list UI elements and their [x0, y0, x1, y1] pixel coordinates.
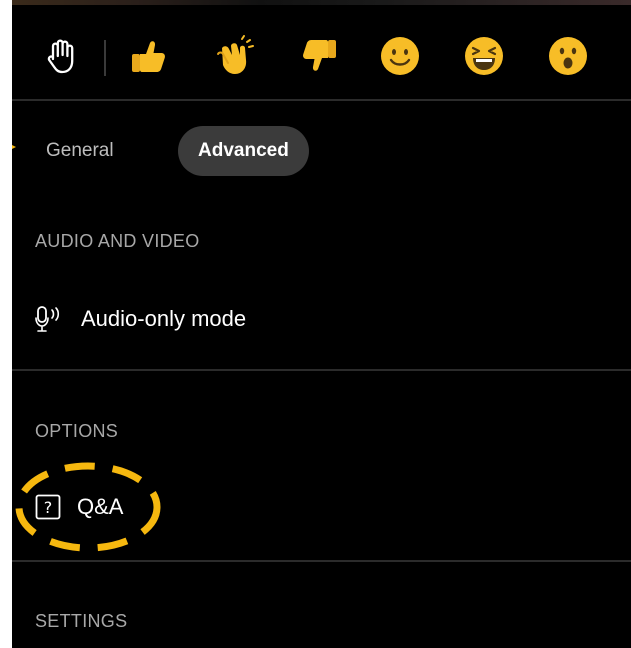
clapping-hands-icon [217, 35, 254, 74]
like-reaction-button[interactable] [126, 34, 170, 78]
divider [12, 560, 631, 562]
video-preview-strip [12, 0, 631, 5]
divider [12, 99, 631, 101]
smile-reaction-button[interactable] [378, 34, 422, 78]
section-title-settings: SETTINGS [35, 611, 128, 631]
raise-hand-icon [47, 39, 74, 74]
audio-only-icon [35, 305, 65, 333]
reactions-divider [104, 40, 106, 76]
reactions-bar [12, 18, 631, 88]
audio-only-mode-item[interactable]: Audio-only mode [35, 299, 246, 339]
svg-text:?: ? [44, 498, 53, 517]
laughing-face-icon [465, 37, 503, 75]
audio-only-mode-label: Audio-only mode [81, 306, 247, 331]
smile-icon [381, 37, 419, 75]
annotation-arrow [12, 139, 16, 155]
section-title-options: OPTIONS [35, 421, 119, 441]
section-title-audio-video: AUDIO AND VIDEO [35, 231, 200, 251]
surprised-reaction-button[interactable] [546, 34, 590, 78]
reactions-settings-panel: General Advanced AUDIO AND VIDEO Audio-o… [12, 0, 631, 648]
surprised-face-icon [549, 37, 587, 75]
laugh-reaction-button[interactable] [462, 34, 506, 78]
divider [12, 369, 631, 371]
qa-item[interactable]: ? Q&A [35, 487, 123, 527]
tab-advanced[interactable]: Advanced [178, 126, 309, 176]
thumbs-down-icon [303, 40, 336, 71]
applause-reaction-button[interactable] [212, 34, 256, 78]
dislike-reaction-button[interactable] [298, 34, 342, 78]
qa-label: Q&A [77, 494, 124, 519]
thumbs-up-icon [132, 41, 165, 72]
raise-hand-button[interactable] [40, 34, 84, 78]
tab-general[interactable]: General [26, 126, 134, 176]
question-icon: ? [35, 494, 61, 520]
